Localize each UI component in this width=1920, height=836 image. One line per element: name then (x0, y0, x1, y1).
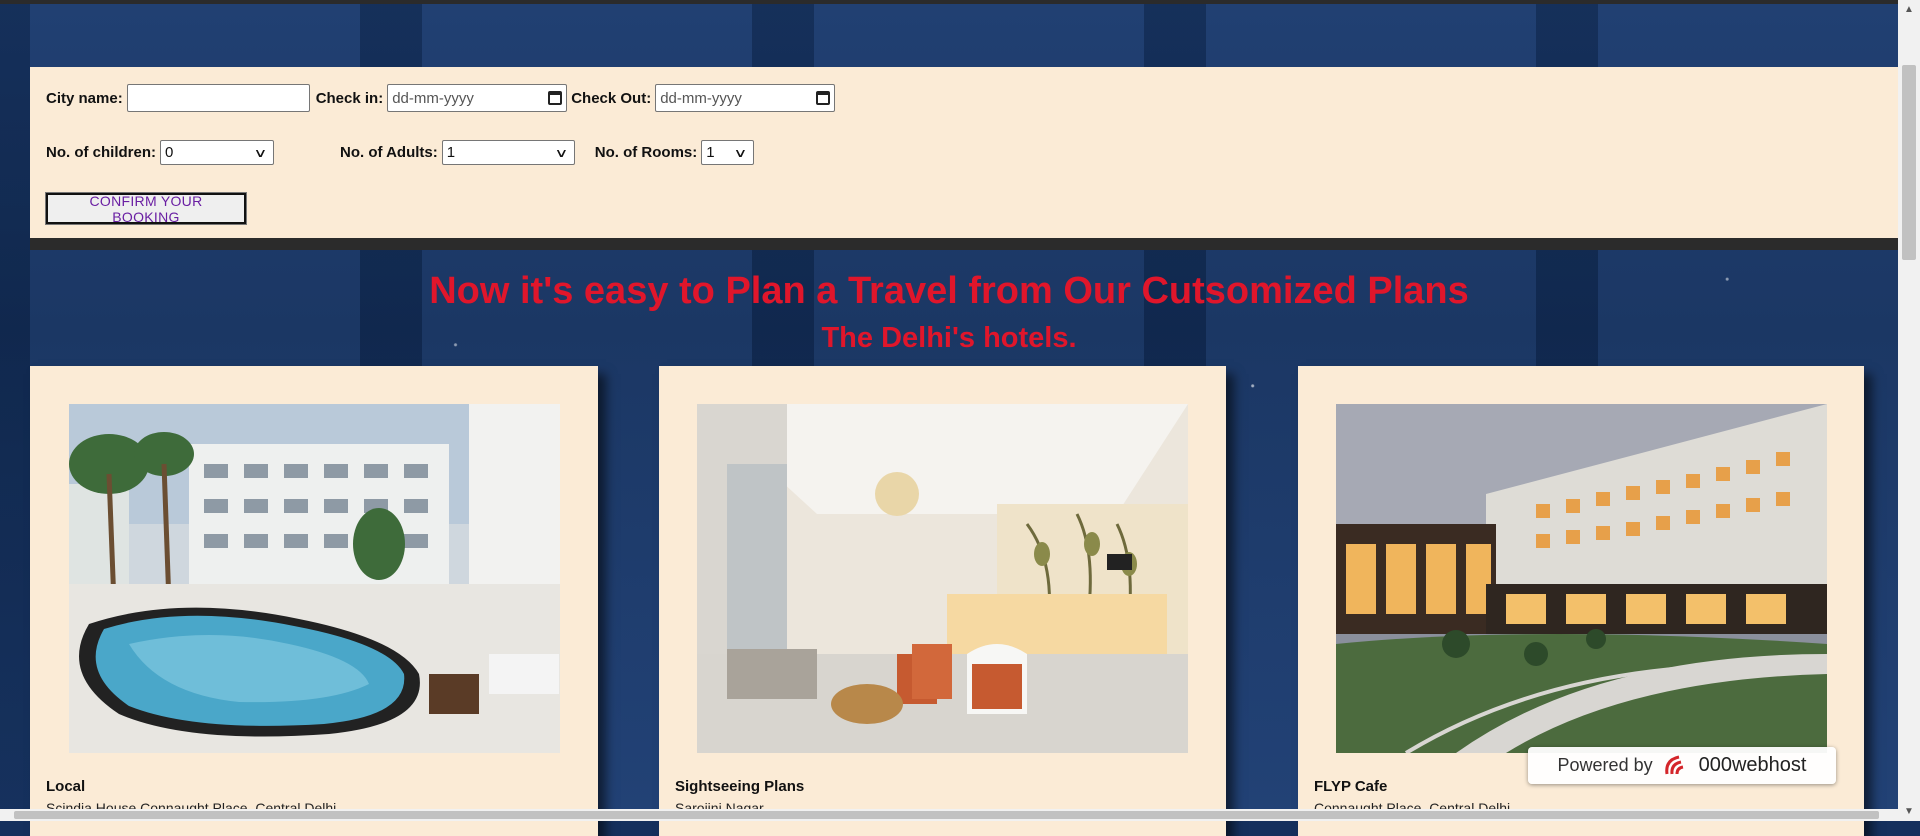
rooms-label: No. of Rooms: (594, 144, 698, 161)
hotel-card-sightseeing[interactable]: Sightseeing Plans Sarojini Nagar (659, 366, 1226, 836)
check-out-label: Check Out: (571, 89, 652, 107)
horizontal-scrollbar[interactable] (0, 809, 1898, 821)
rooms-value: 1 (706, 144, 715, 161)
vertical-scrollbar[interactable]: ▲ ▼ (1898, 0, 1920, 821)
children-value: 0 (165, 144, 174, 161)
000webhost-brand: 000webhost (1698, 754, 1807, 776)
chevron-down-icon: ∨ (733, 145, 748, 160)
card-title: Sightseeing Plans (675, 778, 805, 795)
booking-form: City name: Check in: dd-mm-yyyy Check Ou… (30, 67, 1898, 250)
hotel-lobby-photo (697, 404, 1188, 753)
top-strip (0, 0, 1898, 4)
calendar-icon[interactable] (816, 91, 831, 105)
hotel-building-photo (1336, 404, 1827, 753)
check-in-label: Check in: (315, 89, 384, 107)
check-out-placeholder: dd-mm-yyyy (660, 89, 742, 107)
check-in-date-input[interactable]: dd-mm-yyyy (387, 84, 568, 112)
check-out-date-input[interactable]: dd-mm-yyyy (655, 84, 836, 112)
city-name-label: City name: (46, 89, 123, 107)
horizontal-scrollbar-thumb[interactable] (14, 811, 1879, 819)
city-name-input[interactable] (126, 84, 310, 112)
page-headline: Now it's easy to Plan a Travel from Our … (429, 270, 1469, 312)
hotel-card-local[interactable]: Local Scindia House Connaught Place, Cen… (30, 366, 598, 836)
adults-value: 1 (446, 144, 456, 161)
rooms-select[interactable]: 1 ∨ (701, 140, 755, 165)
chevron-down-icon: ∨ (554, 145, 569, 160)
children-label: No. of children: (46, 144, 156, 161)
chevron-down-icon: ∨ (253, 145, 268, 160)
000webhost-logo-icon (1664, 755, 1683, 774)
vertical-scrollbar-thumb[interactable] (1902, 65, 1916, 260)
booking-row-location-dates: City name: Check in: dd-mm-yyyy Check Ou… (46, 84, 839, 112)
scroll-up-arrow-icon[interactable]: ▲ (1904, 4, 1914, 15)
powered-by-badge[interactable]: Powered by 000webhost (1528, 747, 1836, 784)
adults-select[interactable]: 1 ∨ (441, 140, 575, 165)
adults-label: No. of Adults: (340, 144, 438, 161)
confirm-booking-button[interactable]: CONFIRM YOUR BOOKING (45, 192, 247, 225)
page-subheadline: The Delhi's hotels. (821, 322, 1077, 354)
card-title: FLYP Cafe (1314, 778, 1388, 795)
children-select[interactable]: 0 ∨ (160, 140, 274, 165)
scroll-down-arrow-icon[interactable]: ▼ (1904, 806, 1914, 817)
powered-by-text: Powered by (1557, 755, 1653, 775)
card-title: Local (46, 778, 86, 795)
calendar-icon[interactable] (548, 91, 563, 105)
check-in-placeholder: dd-mm-yyyy (392, 89, 474, 107)
booking-row-guests: No. of children: 0 ∨ No. of Adults: 1 ∨ … (46, 140, 755, 165)
hotel-pool-photo (69, 404, 560, 753)
